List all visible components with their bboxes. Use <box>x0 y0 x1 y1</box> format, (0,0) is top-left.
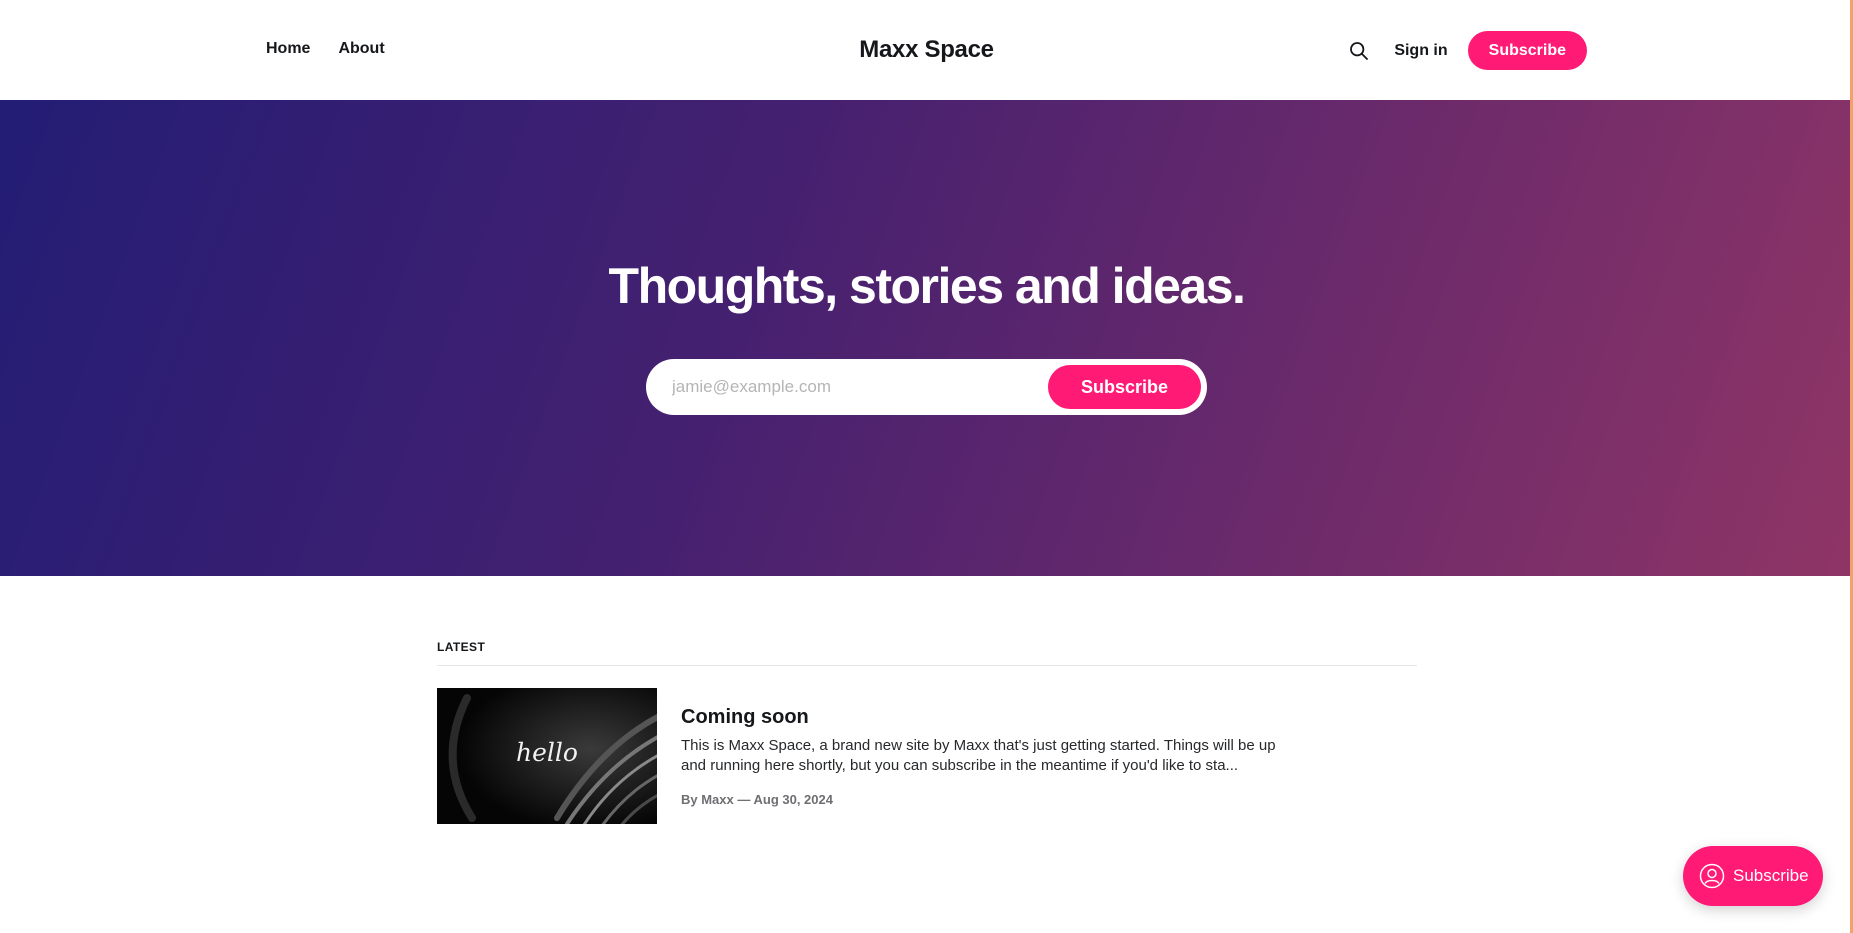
post-excerpt: This is Maxx Space, a brand new site by … <box>681 737 1276 774</box>
post-title[interactable]: Coming soon <box>681 706 809 729</box>
site-title[interactable]: Maxx Space <box>859 36 994 64</box>
portal-subscribe-button[interactable]: Subscribe <box>1683 846 1823 906</box>
email-input[interactable] <box>672 359 1032 415</box>
header-subscribe-button[interactable]: Subscribe <box>1467 31 1587 70</box>
hero-subscribe-button[interactable]: Subscribe <box>1047 365 1201 409</box>
post-meta: By Maxx — Aug 30, 2024 <box>681 792 833 807</box>
hero-title: Thoughts, stories and ideas. <box>608 258 1246 314</box>
post-card[interactable]: hello Coming soon This is Maxx Space, a … <box>437 688 1287 824</box>
section-label: LATEST <box>437 640 486 654</box>
search-icon <box>1350 41 1369 60</box>
hero-banner: Thoughts, stories and ideas. Subscribe <box>0 100 1853 576</box>
signin-link[interactable]: Sign in <box>1394 42 1447 60</box>
section-divider <box>437 665 1417 666</box>
subscribe-form: Subscribe <box>646 359 1207 415</box>
site-header: Home About Maxx Space Sign in Subscribe <box>0 0 1853 100</box>
thumbnail-text: hello <box>516 738 578 767</box>
search-button[interactable] <box>1340 32 1378 70</box>
portal-label: Subscribe <box>1733 866 1809 885</box>
header-actions: Sign in Subscribe <box>1340 31 1587 70</box>
user-icon <box>1699 863 1725 889</box>
post-thumbnail[interactable]: hello <box>437 688 657 824</box>
